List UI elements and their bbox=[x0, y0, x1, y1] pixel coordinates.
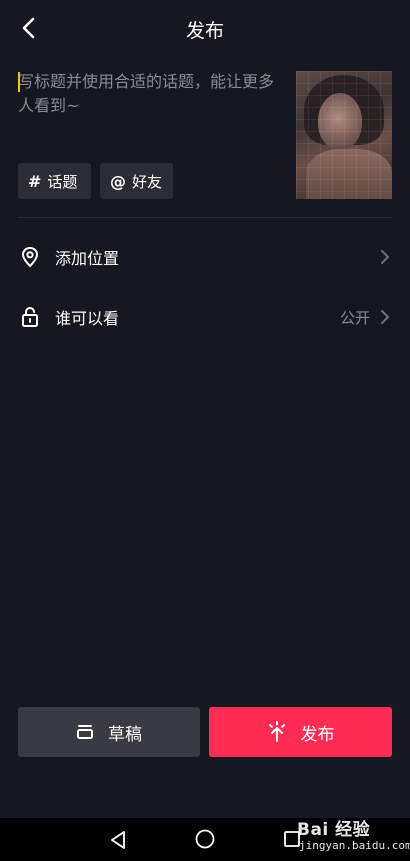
caption-area bbox=[18, 70, 286, 150]
header: 发布 bbox=[0, 0, 410, 56]
text-cursor bbox=[18, 72, 20, 92]
system-navigation-bar bbox=[0, 818, 410, 861]
chevron-right-icon bbox=[380, 248, 392, 266]
topic-chip[interactable]: # 话题 bbox=[18, 163, 91, 199]
unlock-icon bbox=[18, 305, 42, 329]
chevron-right-icon bbox=[380, 308, 392, 326]
save-draft-label: 草稿 bbox=[108, 724, 142, 745]
add-location-row[interactable]: 添加位置 bbox=[18, 237, 392, 277]
divider bbox=[18, 217, 392, 218]
publish-screen: 发布 # 话题 @ 好友 添加位置 bbox=[0, 0, 410, 818]
visibility-row[interactable]: 谁可以看 公开 bbox=[18, 297, 392, 337]
thumbnail-grid-overlay bbox=[296, 71, 392, 199]
publish-label: 发布 bbox=[300, 724, 335, 745]
nav-home-circle-icon[interactable] bbox=[194, 828, 216, 850]
publish-sparkle-icon bbox=[268, 721, 285, 742]
friend-chip[interactable]: @ 好友 bbox=[100, 163, 173, 199]
visibility-value: 公开 bbox=[339, 308, 370, 327]
friend-chip-label: 好友 bbox=[132, 172, 163, 191]
location-pin-icon bbox=[18, 245, 42, 269]
publish-button[interactable]: 发布 bbox=[209, 707, 392, 757]
video-cover-thumbnail[interactable] bbox=[296, 71, 392, 199]
topic-chip-label: 话题 bbox=[47, 172, 78, 191]
page-title: 发布 bbox=[185, 20, 224, 42]
nav-recent-square-icon[interactable] bbox=[282, 829, 302, 849]
caption-input[interactable] bbox=[18, 70, 286, 140]
hashtag-icon: # bbox=[28, 171, 42, 191]
at-icon: @ bbox=[110, 171, 126, 191]
nav-back-triangle-icon[interactable] bbox=[107, 829, 129, 851]
add-location-label: 添加位置 bbox=[55, 249, 120, 268]
draft-box-icon bbox=[77, 725, 93, 739]
visibility-label: 谁可以看 bbox=[55, 309, 120, 328]
save-draft-button[interactable]: 草稿 bbox=[18, 707, 200, 757]
